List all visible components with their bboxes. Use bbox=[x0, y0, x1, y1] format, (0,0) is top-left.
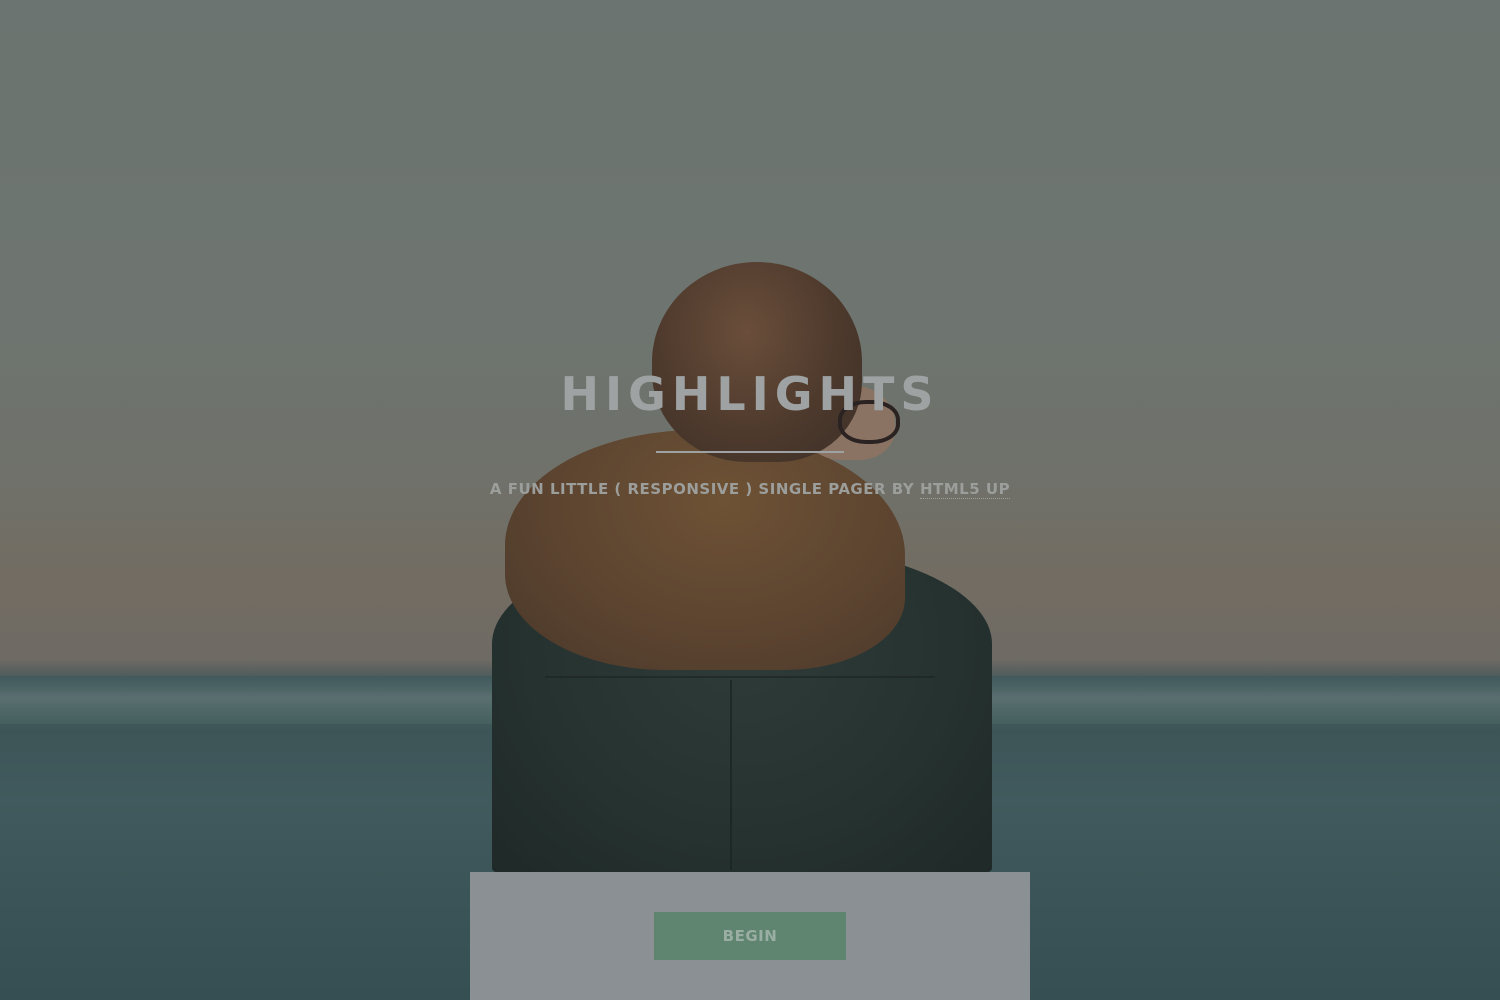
jacket-center-seam bbox=[730, 680, 732, 870]
tagline: A FUN LITTLE ( RESPONSIVE ) SINGLE PAGER… bbox=[0, 480, 1500, 499]
action-panel: BEGIN bbox=[470, 872, 1030, 1000]
page-title: HIGHLIGHTS bbox=[560, 367, 940, 421]
person-photo bbox=[0, 0, 1500, 1000]
hero-background: HIGHLIGHTS A FUN LITTLE ( RESPONSIVE ) S… bbox=[0, 0, 1500, 1000]
begin-button[interactable]: BEGIN bbox=[654, 912, 846, 960]
html5up-link[interactable]: HTML5 UP bbox=[919, 480, 1011, 499]
title-underline bbox=[656, 451, 844, 453]
hair bbox=[652, 262, 862, 462]
scarf bbox=[505, 430, 905, 670]
jacket-yoke-seam bbox=[545, 676, 935, 678]
tagline-text: A FUN LITTLE ( RESPONSIVE ) SINGLE PAGER… bbox=[489, 480, 920, 498]
